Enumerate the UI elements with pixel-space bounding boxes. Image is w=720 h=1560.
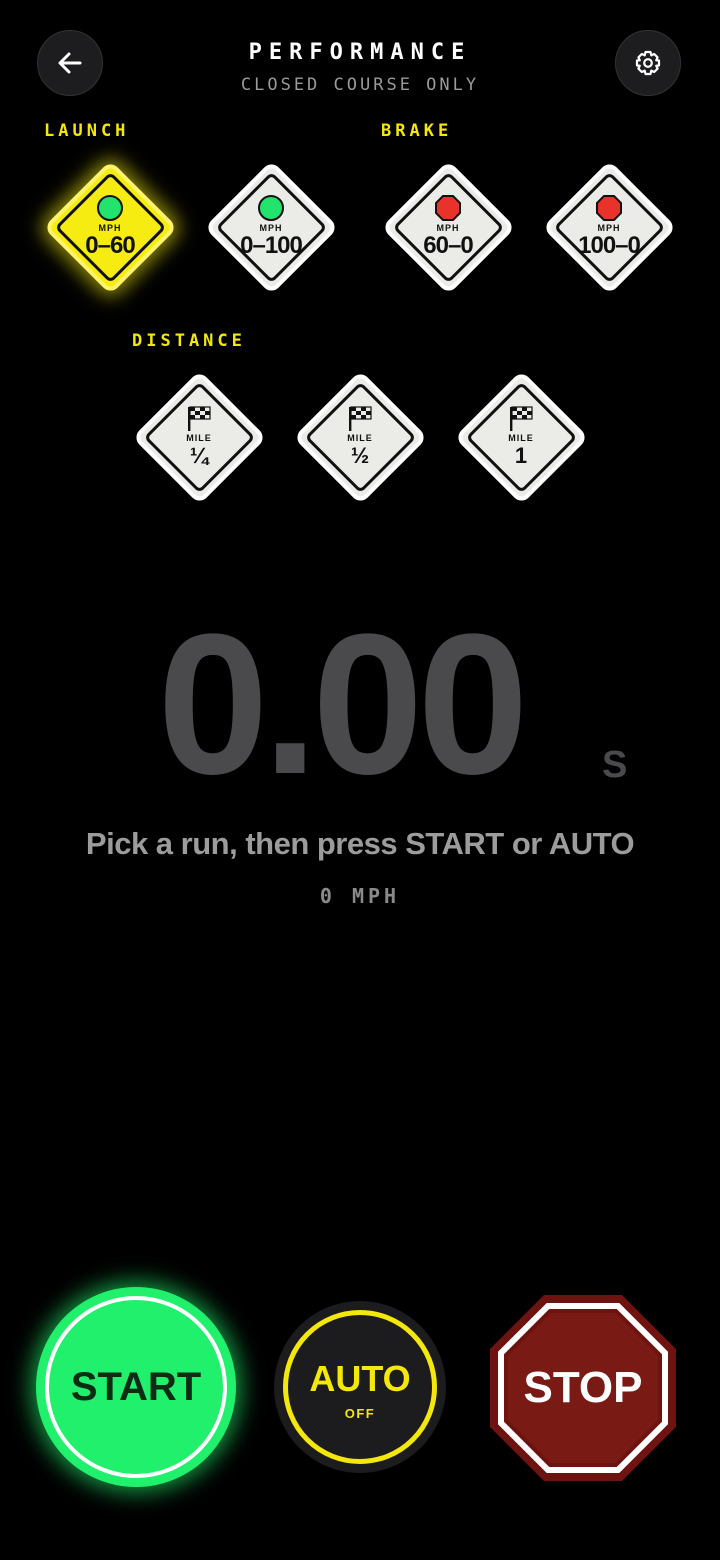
run-sign-one-mile[interactable]: MILE 1 (451, 367, 591, 507)
run-sign-quarter-mile[interactable]: MILE ¼ (129, 367, 269, 507)
auto-status: OFF (344, 1405, 376, 1421)
run-sign-0-100[interactable]: MPH 0–100 (201, 157, 341, 297)
stop-sign-icon (596, 195, 622, 221)
speed-readout: 0 MPH (319, 884, 401, 908)
auto-label: AUTO (309, 1357, 411, 1399)
green-light-icon (97, 195, 123, 221)
start-label: START (70, 1364, 202, 1409)
checkered-flag-icon (510, 406, 533, 431)
run-sign-half-mile[interactable]: MILE ½ (290, 367, 430, 507)
run-unit: MILE (347, 433, 373, 443)
settings-button[interactable] (615, 30, 681, 96)
run-value: 60–0 (423, 232, 473, 259)
section-label-brake: BRAKE (381, 121, 453, 141)
checkered-flag-icon (188, 406, 211, 431)
stop-button[interactable]: STOP (488, 1293, 678, 1483)
run-value: 0–100 (240, 232, 303, 259)
instruction-text: Pick a run, then press START or AUTO (85, 826, 635, 861)
run-value: 100–0 (578, 232, 641, 259)
green-light-icon (258, 195, 284, 221)
page-title: PERFORMANCE (248, 40, 472, 65)
run-unit: MILE (186, 433, 212, 443)
section-label-distance: DISTANCE (132, 331, 246, 351)
auto-button[interactable]: AUTO OFF (274, 1301, 446, 1473)
run-value: ½ (350, 443, 370, 468)
run-unit: MILE (508, 433, 534, 443)
run-sign-100-0[interactable]: MPH 100–0 (539, 157, 679, 297)
section-label-launch: LAUNCH (44, 121, 130, 141)
run-value: 0–60 (85, 232, 135, 259)
page-subtitle: CLOSED COURSE ONLY (240, 75, 480, 95)
run-sign-0-60[interactable]: MPH 0–60 (40, 157, 180, 297)
timer-display: 0.00 (157, 593, 528, 816)
stop-sign-icon (435, 195, 461, 221)
start-button[interactable]: START (36, 1287, 236, 1487)
gear-icon (635, 50, 661, 76)
timer-unit: S (602, 744, 628, 786)
checkered-flag-icon (349, 406, 372, 431)
run-sign-60-0[interactable]: MPH 60–0 (378, 157, 518, 297)
run-value: 1 (514, 443, 528, 468)
run-value: ¼ (189, 443, 209, 468)
stop-label: STOP (523, 1363, 643, 1412)
